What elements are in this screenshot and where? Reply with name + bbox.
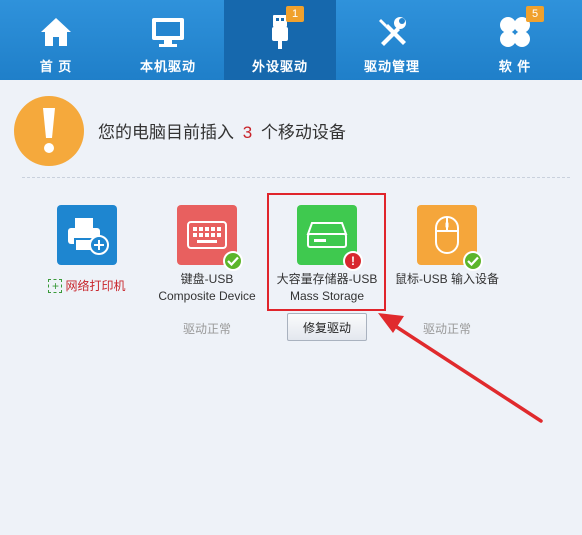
warning-icon [14,96,84,166]
nav-home[interactable]: 首 页 [0,0,112,80]
mouse-status: 驱动正常 [422,322,471,336]
banner-suffix: 个移动设备 [260,123,346,142]
nav-label-home: 首 页 [39,59,73,74]
ok-check-icon [463,251,483,271]
keyboard-status: 驱动正常 [182,322,231,336]
network-printer-label: 网络打印机 [65,279,126,293]
add-network-printer-link[interactable]: + 网络打印机 [48,277,126,294]
device-mouse[interactable]: 鼠标-USB 输入设备 驱动正常 [389,190,505,336]
nav-local-driver[interactable]: 本机驱动 [112,0,224,80]
banner-prefix: 您的电脑目前插入 [98,123,234,142]
highlight-box [267,193,386,311]
keyboard-name-line2: Composite Device [158,289,256,303]
ok-check-icon [223,251,243,271]
nav-label-peripheral-driver: 外设驱动 [251,59,308,74]
divider [22,177,570,178]
nav-label-local-driver: 本机驱动 [139,59,196,74]
keyboard-icon [177,205,243,271]
repair-driver-button[interactable]: 修复驱动 [287,313,367,341]
nav-driver-manage[interactable]: 驱动管理 [336,0,448,80]
nav-software[interactable]: 软 件 5 [448,0,582,80]
device-count-message: 您的电脑目前插入 3 个移动设备 [98,118,346,143]
keyboard-name: 键盘-USB Composite Device [149,271,265,305]
device-keyboard[interactable]: 键盘-USB Composite Device 驱动正常 [149,190,265,336]
tools-icon [374,14,410,50]
nav-label-driver-manage: 驱动管理 [363,59,420,74]
nav-label-software: 软 件 [498,59,532,74]
home-icon [38,14,74,50]
nav-badge-software: 5 [526,6,544,22]
monitor-icon [150,14,186,50]
nav-badge-peripheral: 1 [286,6,304,22]
mouse-icon [417,205,483,271]
printer-icon [57,205,117,265]
keyboard-name-line1: 键盘-USB [180,272,234,286]
mouse-name: 鼠标-USB 输入设备 [394,272,499,286]
nav-peripheral-driver[interactable]: 外设驱动 1 [224,0,336,80]
top-nav: 首 页 本机驱动 外设驱动 1 驱动管理 软 件 5 [0,0,582,80]
device-network-printer[interactable]: + 网络打印机 [29,190,145,295]
plus-icon: + [48,278,63,293]
device-count: 3 [242,123,253,142]
